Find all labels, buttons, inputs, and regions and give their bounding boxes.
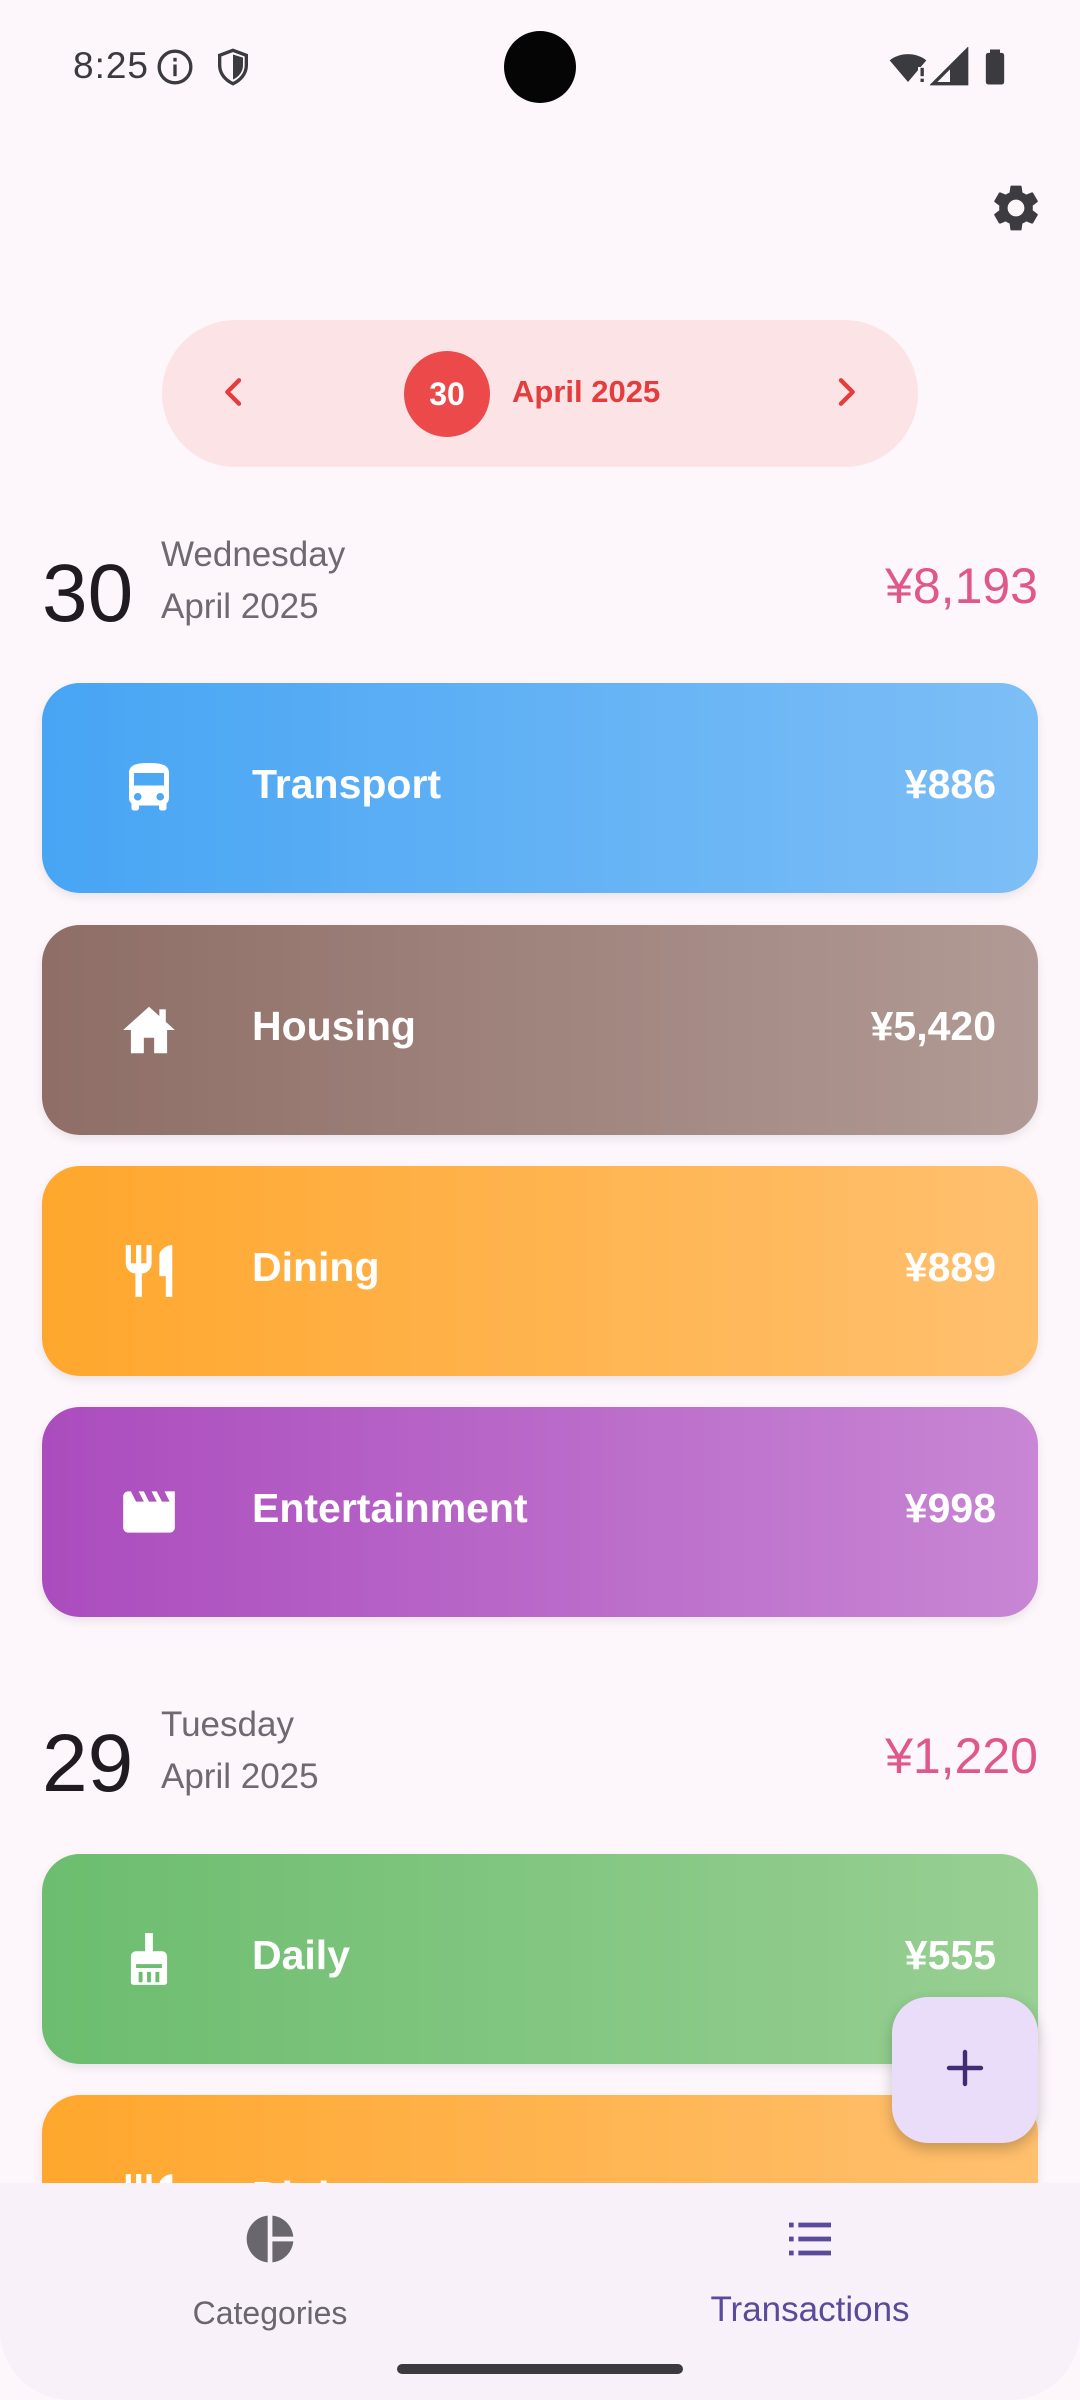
day-weekday: Wednesday — [161, 535, 346, 574]
category-label: Housing — [252, 1003, 416, 1049]
clapperboard-icon — [114, 1477, 184, 1547]
plus-icon — [941, 2044, 989, 2097]
category-amount: ¥5,420 — [870, 1003, 996, 1049]
category-amount: ¥886 — [904, 761, 996, 807]
broom-icon — [114, 1924, 184, 1994]
category-label: Daily — [252, 1932, 350, 1978]
day-month-year: April 2025 — [161, 1757, 319, 1796]
battery-icon — [975, 47, 1015, 87]
previous-month-button[interactable] — [204, 364, 264, 424]
day-number: 29 — [42, 1718, 134, 1809]
status-time: 8:25 — [73, 45, 150, 86]
chevron-right-icon — [826, 372, 866, 417]
list-icon — [778, 2207, 842, 2271]
bus-icon — [114, 753, 184, 823]
category-amount: ¥889 — [904, 1244, 996, 1290]
day-header: 30 Wednesday April 2025 ¥8,193 — [42, 535, 1038, 645]
home-indicator[interactable] — [397, 2364, 683, 2374]
category-label: Transport — [252, 761, 442, 807]
category-label: Entertainment — [252, 1485, 528, 1531]
nav-label: Categories — [192, 2295, 348, 2331]
chevron-left-icon — [214, 372, 254, 417]
day-total: ¥8,193 — [885, 558, 1038, 614]
signal-icon — [929, 46, 970, 87]
date-selector: 30 April 2025 — [162, 320, 918, 467]
app-screen: 8:25 30 April 2025 30 Wednesday April 20… — [0, 0, 1080, 2400]
day-total: ¥1,220 — [885, 1728, 1038, 1784]
selected-day-badge[interactable]: 30 — [404, 351, 490, 437]
category-card-transport[interactable]: Transport ¥886 — [42, 683, 1038, 893]
category-card-dining[interactable]: Dining ¥889 — [42, 1166, 1038, 1376]
pie-chart-icon — [238, 2207, 302, 2271]
gear-icon — [988, 180, 1044, 241]
day-header: 29 Tuesday April 2025 ¥1,220 — [42, 1705, 1038, 1815]
wifi-icon — [888, 47, 928, 87]
next-month-button[interactable] — [816, 364, 876, 424]
category-card-housing[interactable]: Housing ¥5,420 — [42, 925, 1038, 1135]
settings-button[interactable] — [982, 176, 1050, 244]
status-bar: 8:25 — [0, 0, 1080, 134]
category-amount: ¥998 — [904, 1485, 996, 1531]
category-amount: ¥555 — [904, 1932, 996, 1978]
shield-icon — [213, 47, 253, 87]
day-weekday: Tuesday — [161, 1705, 294, 1744]
selected-month-label[interactable]: April 2025 — [512, 374, 660, 410]
category-card-daily[interactable]: Daily ¥555 — [42, 1854, 1038, 2064]
info-icon — [155, 47, 195, 87]
category-label: Dining — [252, 1244, 380, 1290]
home-icon — [114, 995, 184, 1065]
day-month-year: April 2025 — [161, 587, 319, 626]
add-transaction-button[interactable] — [892, 1997, 1038, 2143]
day-number: 30 — [42, 548, 134, 639]
nav-label: Transactions — [710, 2290, 910, 2329]
category-card-entertainment[interactable]: Entertainment ¥998 — [42, 1407, 1038, 1617]
restaurant-icon — [114, 1236, 184, 1306]
camera-cutout — [504, 31, 576, 103]
